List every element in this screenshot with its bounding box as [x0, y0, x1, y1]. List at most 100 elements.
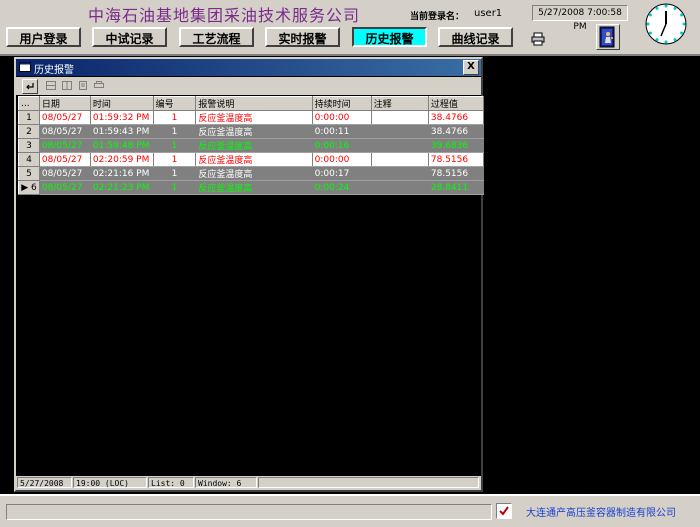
header-number[interactable]: 编号	[152, 96, 197, 111]
print-list-button[interactable]	[92, 79, 106, 92]
cell-comment	[371, 152, 429, 167]
cell-description: 反应釜温度高	[195, 124, 313, 139]
window-titlebar[interactable]: 历史报警 X	[16, 59, 481, 76]
header-description[interactable]: 报警说明	[195, 96, 313, 111]
cell-comment	[371, 138, 429, 153]
table-row-selected[interactable]: ▶ 6 08/05/27 02:21:23 PM 1 反应釜温度高 0:00:2…	[18, 180, 485, 195]
cell-description: 反应釜温度高	[195, 110, 313, 125]
table-icon	[62, 81, 72, 90]
cell-number: 1	[153, 180, 197, 195]
sort-button[interactable]	[60, 79, 74, 92]
cell-number: 1	[153, 124, 197, 139]
export-button[interactable]	[76, 79, 90, 92]
print-button[interactable]	[530, 31, 546, 47]
cell-duration: 0:00:16	[312, 138, 372, 153]
realtime-alarm-button[interactable]: 实时报警	[265, 27, 340, 47]
header-value[interactable]: 过程值	[427, 96, 485, 111]
cell-comment	[371, 124, 429, 139]
printer-icon	[531, 32, 545, 46]
login-label: 当前登录名：	[410, 12, 465, 22]
manufacturer-name: 大连通产高压釜容器制造有限公司	[526, 508, 676, 519]
cell-time: 02:21:23 PM	[90, 180, 154, 195]
table-row[interactable]: 3 08/05/27 01:59:48 PM 1 反应釜温度高 0:00:16 …	[18, 138, 485, 153]
cell-duration: 0:00:17	[312, 166, 372, 181]
window-title: 历史报警	[34, 65, 74, 76]
header-index[interactable]: ...	[18, 96, 40, 111]
row-index: 5	[18, 166, 40, 181]
cell-duration: 0:00:00	[312, 110, 372, 125]
window-icon	[19, 62, 31, 72]
status-time: 19:00 (LOC)	[73, 477, 147, 488]
process-flow-button[interactable]: 工艺流程	[179, 27, 254, 47]
document-icon	[79, 81, 87, 90]
table-row[interactable]: 4 08/05/27 02:20:59 PM 1 反应釜温度高 0:00:00 …	[18, 152, 485, 167]
cell-value: 38.4766	[428, 124, 485, 139]
cell-date: 08/05/27	[39, 152, 91, 167]
cell-number: 1	[153, 152, 197, 167]
exit-button[interactable]	[596, 24, 620, 50]
status-empty-cell	[258, 477, 479, 488]
cell-description: 反应釜温度高	[195, 166, 313, 181]
cell-value: 78.5156	[428, 152, 485, 167]
cell-value: 39.6836	[428, 138, 485, 153]
status-date: 5/27/2008	[17, 477, 72, 488]
cell-description: 反应釜温度高	[195, 180, 313, 195]
cell-description: 反应釜温度高	[195, 138, 313, 153]
row-index: 1	[18, 110, 40, 125]
cell-number: 1	[153, 138, 197, 153]
cell-date: 08/05/27	[39, 138, 91, 153]
cell-value: 38.4766	[428, 110, 485, 125]
cell-duration: 0:00:24	[312, 180, 372, 195]
cell-comment	[371, 180, 429, 195]
status-list-count: List: 0	[148, 477, 194, 488]
status-window-count: Window: 6	[195, 477, 257, 488]
cell-duration: 0:00:11	[312, 124, 372, 139]
curve-record-button[interactable]: 曲线记录	[438, 27, 513, 47]
cell-time: 02:20:59 PM	[90, 152, 154, 167]
cell-value: 78.5156	[428, 166, 485, 181]
cell-description: 反应釜温度高	[195, 152, 313, 167]
cell-value: 28.8411	[428, 180, 485, 195]
row-index: ▶ 6	[18, 180, 40, 195]
print-list-icon	[94, 81, 104, 88]
cell-date: 08/05/27	[39, 124, 91, 139]
datetime-display: 5/27/2008 7:00:58 PM	[532, 5, 628, 32]
cell-comment	[371, 110, 429, 125]
row-index: 2	[18, 124, 40, 139]
trial-record-button[interactable]: 中试记录	[92, 27, 167, 47]
filter-button[interactable]	[44, 79, 58, 92]
alarm-history-table: ... 日期 时间 编号 报警说明 持续时间 注释 过程值 1 08/05/27…	[18, 96, 485, 195]
row-index: 4	[18, 152, 40, 167]
window-statusbar: 5/27/2008 19:00 (LOC) List: 0 Window: 6	[16, 476, 481, 490]
header-duration[interactable]: 持续时间	[311, 96, 372, 111]
header-date[interactable]: 日期	[38, 96, 91, 111]
cell-time: 01:59:48 PM	[90, 138, 154, 153]
status-progress-bar	[6, 504, 492, 520]
return-arrow-icon	[26, 83, 34, 90]
alarm-sound-checkbox[interactable]	[496, 503, 512, 519]
user-login-button[interactable]: 用户登录	[6, 27, 81, 47]
history-alarm-window: 历史报警 X ... 日期 时间 编号 报警说明 持续时间 注释 过程值 1 0…	[14, 57, 485, 492]
exit-door-icon	[599, 26, 615, 48]
grid-icon	[46, 81, 56, 90]
header-comment[interactable]: 注释	[370, 96, 429, 111]
analog-clock-icon	[645, 3, 687, 45]
cell-number: 1	[153, 110, 197, 125]
history-alarm-button[interactable]: 历史报警	[352, 27, 427, 47]
window-close-button[interactable]: X	[463, 60, 479, 75]
close-icon: X	[467, 61, 475, 72]
table-row[interactable]: 2 08/05/27 01:59:43 PM 1 反应釜温度高 0:00:11 …	[18, 124, 485, 139]
table-row[interactable]: 1 08/05/27 01:59:32 PM 1 反应釜温度高 0:00:00 …	[18, 110, 485, 125]
cell-number: 1	[153, 166, 197, 181]
cell-time: 01:59:32 PM	[90, 110, 154, 125]
table-header-row: ... 日期 时间 编号 报警说明 持续时间 注释 过程值	[18, 96, 485, 111]
cell-time: 01:59:43 PM	[90, 124, 154, 139]
acknowledge-button[interactable]	[22, 79, 38, 94]
header-time[interactable]: 时间	[89, 96, 154, 111]
table-row[interactable]: 5 08/05/27 02:21:16 PM 1 反应釜温度高 0:00:17 …	[18, 166, 485, 181]
company-title: 中海石油基地集团采油技术服务公司	[88, 6, 361, 25]
window-toolbar	[16, 77, 481, 95]
cell-time: 02:21:16 PM	[90, 166, 154, 181]
footer-panel: 大连通产高压釜容器制造有限公司	[0, 494, 700, 527]
header-panel: 中海石油基地集团采油技术服务公司 当前登录名： user1 5/27/2008 …	[0, 0, 700, 56]
